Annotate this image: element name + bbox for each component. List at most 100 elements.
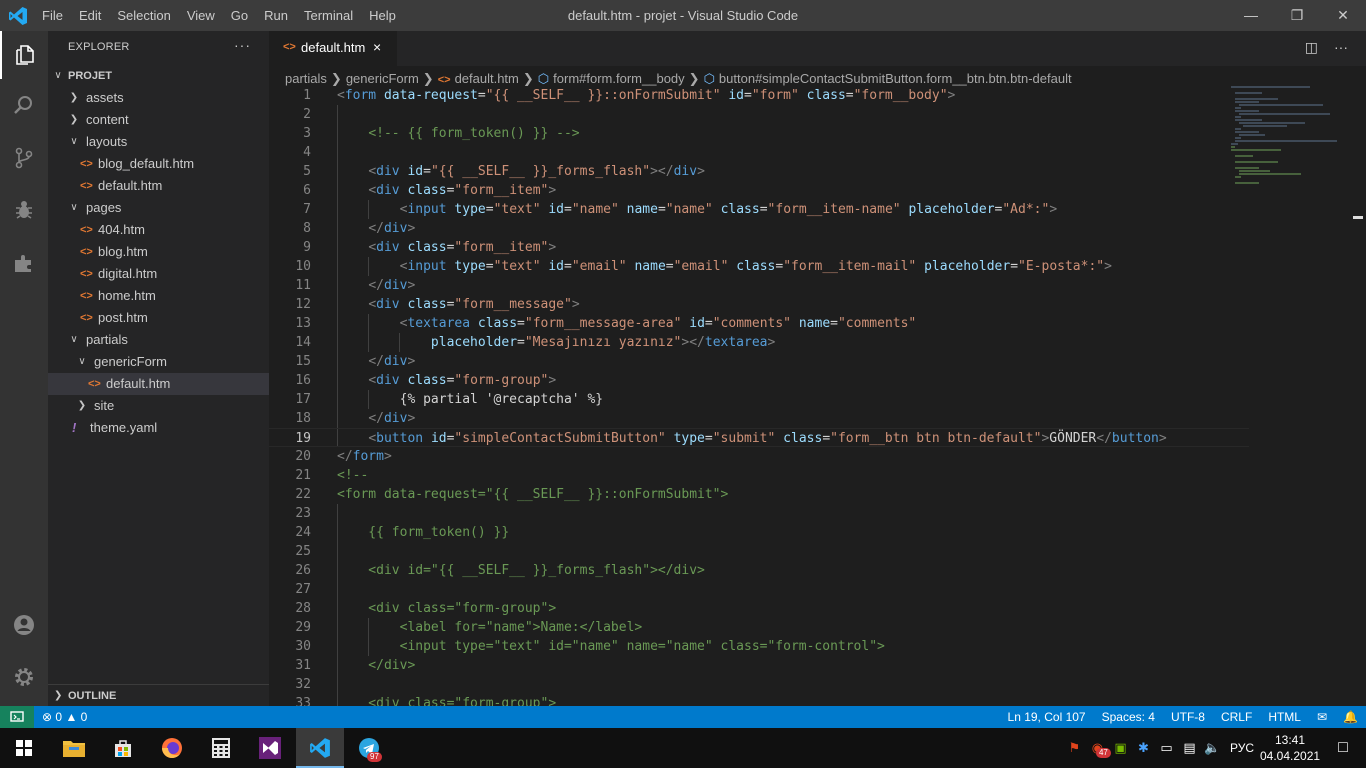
code-line[interactable]: 26 <div id="{{ __SELF__ }}_forms_flash">…	[269, 561, 1249, 580]
code-line[interactable]: 21 <!--	[269, 466, 1249, 485]
code-line[interactable]: 20 </form>	[269, 447, 1249, 466]
tab-default-htm[interactable]: <> default.htm ×	[269, 31, 397, 66]
windows-start-icon[interactable]	[0, 728, 48, 768]
tree-folder[interactable]: ❯ content	[48, 109, 269, 131]
breadcrumb-item[interactable]: partials	[285, 71, 327, 86]
code-line[interactable]: 28 <div class="form-group">	[269, 599, 1249, 618]
menu-run[interactable]: Run	[256, 0, 296, 31]
tree-file[interactable]: <> default.htm	[48, 373, 269, 395]
debug-icon[interactable]	[0, 186, 48, 234]
visual-studio-icon[interactable]	[246, 728, 294, 768]
menu-go[interactable]: Go	[223, 0, 256, 31]
tree-file[interactable]: <> post.htm	[48, 307, 269, 329]
flag-icon[interactable]: ⚑	[1063, 740, 1086, 756]
tree-folder[interactable]: ❯ site	[48, 395, 269, 417]
tree-folder[interactable]: ∨ partials	[48, 329, 269, 351]
code-line[interactable]: 7 <input type="text" id="name" name="nam…	[269, 200, 1249, 219]
code-line[interactable]: 22 <form data-request="{{ __SELF__ }}::on…	[269, 485, 1249, 504]
notifications-icon[interactable]: 🔔	[1335, 706, 1366, 728]
indentation[interactable]: Spaces: 4	[1094, 706, 1163, 728]
more-actions-icon[interactable]: ···	[234, 37, 251, 53]
code-line[interactable]: 3 <!-- {{ form_token() }} -->	[269, 124, 1249, 143]
code-line[interactable]: 24 {{ form_token() }}	[269, 523, 1249, 542]
tree-file[interactable]: <> 404.htm	[48, 219, 269, 241]
gear-icon[interactable]	[0, 653, 48, 701]
code-line[interactable]: 11 </div>	[269, 276, 1249, 295]
code-line[interactable]: 13 <textarea class="form__message-area" …	[269, 314, 1249, 333]
battery-icon[interactable]: ▭	[1155, 740, 1178, 756]
code-line[interactable]: 25	[269, 542, 1249, 561]
feedback-icon[interactable]: ✉	[1309, 706, 1335, 728]
code-line[interactable]: 23	[269, 504, 1249, 523]
breadcrumb-item[interactable]: form#form.form__body	[553, 71, 685, 86]
code-line[interactable]: 31 </div>	[269, 656, 1249, 675]
store-icon[interactable]	[99, 728, 147, 768]
code-line[interactable]: 14 placeholder="Mesajınızı yazınız"></te…	[269, 333, 1249, 352]
search-icon[interactable]	[0, 81, 48, 129]
close-tab-icon[interactable]: ×	[373, 39, 381, 55]
code-line[interactable]: 6 <div class="form__item">	[269, 181, 1249, 200]
code-line[interactable]: 16 <div class="form-group">	[269, 371, 1249, 390]
code-line[interactable]: 19 <button id="simpleContactSubmitButton…	[269, 428, 1249, 447]
menu-file[interactable]: File	[34, 0, 71, 31]
code-line[interactable]: 8 </div>	[269, 219, 1249, 238]
bluetooth-icon[interactable]: ✱	[1132, 740, 1155, 756]
code-line[interactable]: 18 </div>	[269, 409, 1249, 428]
breadcrumb-item[interactable]: genericForm	[346, 71, 419, 86]
action-center-icon[interactable]: □	[1320, 739, 1366, 757]
code-editor[interactable]: 1 <form data-request="{{ __SELF__ }}::onF…	[269, 86, 1249, 706]
breadcrumb-item[interactable]: button#simpleContactSubmitButton.form__b…	[719, 71, 1072, 86]
close-icon[interactable]: ✕	[1320, 0, 1366, 31]
app-tray-icon[interactable]: ◉ 47	[1086, 740, 1111, 758]
code-line[interactable]: 12 <div class="form__message">	[269, 295, 1249, 314]
files-icon[interactable]	[0, 31, 48, 79]
language-mode[interactable]: HTML	[1260, 706, 1309, 728]
code-line[interactable]: 2	[269, 105, 1249, 124]
code-line[interactable]: 5 <div id="{{ __SELF__ }}_forms_flash"><…	[269, 162, 1249, 181]
calculator-icon[interactable]	[197, 728, 245, 768]
vscode-icon[interactable]	[296, 728, 344, 768]
remote-icon[interactable]	[0, 706, 34, 728]
network-icon[interactable]: ▤	[1178, 740, 1201, 756]
menu-terminal[interactable]: Terminal	[296, 0, 361, 31]
more-actions-icon[interactable]: ···	[1334, 39, 1348, 56]
code-line[interactable]: 29 <label for="name">Name:</label>	[269, 618, 1249, 637]
telegram-icon[interactable]: 97	[345, 728, 393, 768]
tree-folder[interactable]: ∨ genericForm	[48, 351, 269, 373]
clock[interactable]: 13:41 04.04.2021	[1260, 732, 1320, 764]
code-line[interactable]: 17 {% partial '@recaptcha' %}	[269, 390, 1249, 409]
code-line[interactable]: 15 </div>	[269, 352, 1249, 371]
tree-file[interactable]: <> default.htm	[48, 175, 269, 197]
code-line[interactable]: 30 <input type="text" id="name" name="na…	[269, 637, 1249, 656]
code-line[interactable]: 4	[269, 143, 1249, 162]
menu-view[interactable]: View	[179, 0, 223, 31]
minimap[interactable]	[1231, 86, 1353, 236]
tree-folder[interactable]: ❯ assets	[48, 87, 269, 109]
split-editor-icon[interactable]: ◫	[1305, 39, 1318, 56]
outline-section[interactable]: ❯ OUTLINE	[48, 684, 269, 706]
tree-folder[interactable]: ∨ PROJET	[48, 65, 269, 87]
code-line[interactable]: 10 <input type="text" id="email" name="e…	[269, 257, 1249, 276]
encoding[interactable]: UTF-8	[1163, 706, 1213, 728]
tree-file[interactable]: <> home.htm	[48, 285, 269, 307]
account-icon[interactable]	[0, 601, 48, 649]
menu-selection[interactable]: Selection	[109, 0, 178, 31]
problems-indicator[interactable]: ⊗ 0 ▲ 0	[42, 706, 87, 728]
menu-help[interactable]: Help	[361, 0, 404, 31]
tree-file[interactable]: <> digital.htm	[48, 263, 269, 285]
code-line[interactable]: 33 <div class="form-group">	[269, 694, 1249, 706]
cursor-position[interactable]: Ln 19, Col 107	[1000, 706, 1094, 728]
code-line[interactable]: 32	[269, 675, 1249, 694]
volume-icon[interactable]: 🔈	[1201, 740, 1224, 756]
extensions-icon[interactable]	[0, 239, 48, 287]
end-of-line[interactable]: CRLF	[1213, 706, 1260, 728]
tree-folder[interactable]: ∨ layouts	[48, 131, 269, 153]
restore-icon[interactable]: ❐	[1274, 0, 1320, 31]
breadcrumb-item[interactable]: default.htm	[455, 71, 519, 86]
code-line[interactable]: 1 <form data-request="{{ __SELF__ }}::onF…	[269, 86, 1249, 105]
firefox-icon[interactable]	[148, 728, 196, 768]
nvidia-icon[interactable]: ▣	[1109, 740, 1132, 756]
tree-file[interactable]: ! theme.yaml	[48, 417, 269, 439]
file-explorer-icon[interactable]	[50, 728, 98, 768]
input-language[interactable]: РУС	[1224, 741, 1260, 755]
